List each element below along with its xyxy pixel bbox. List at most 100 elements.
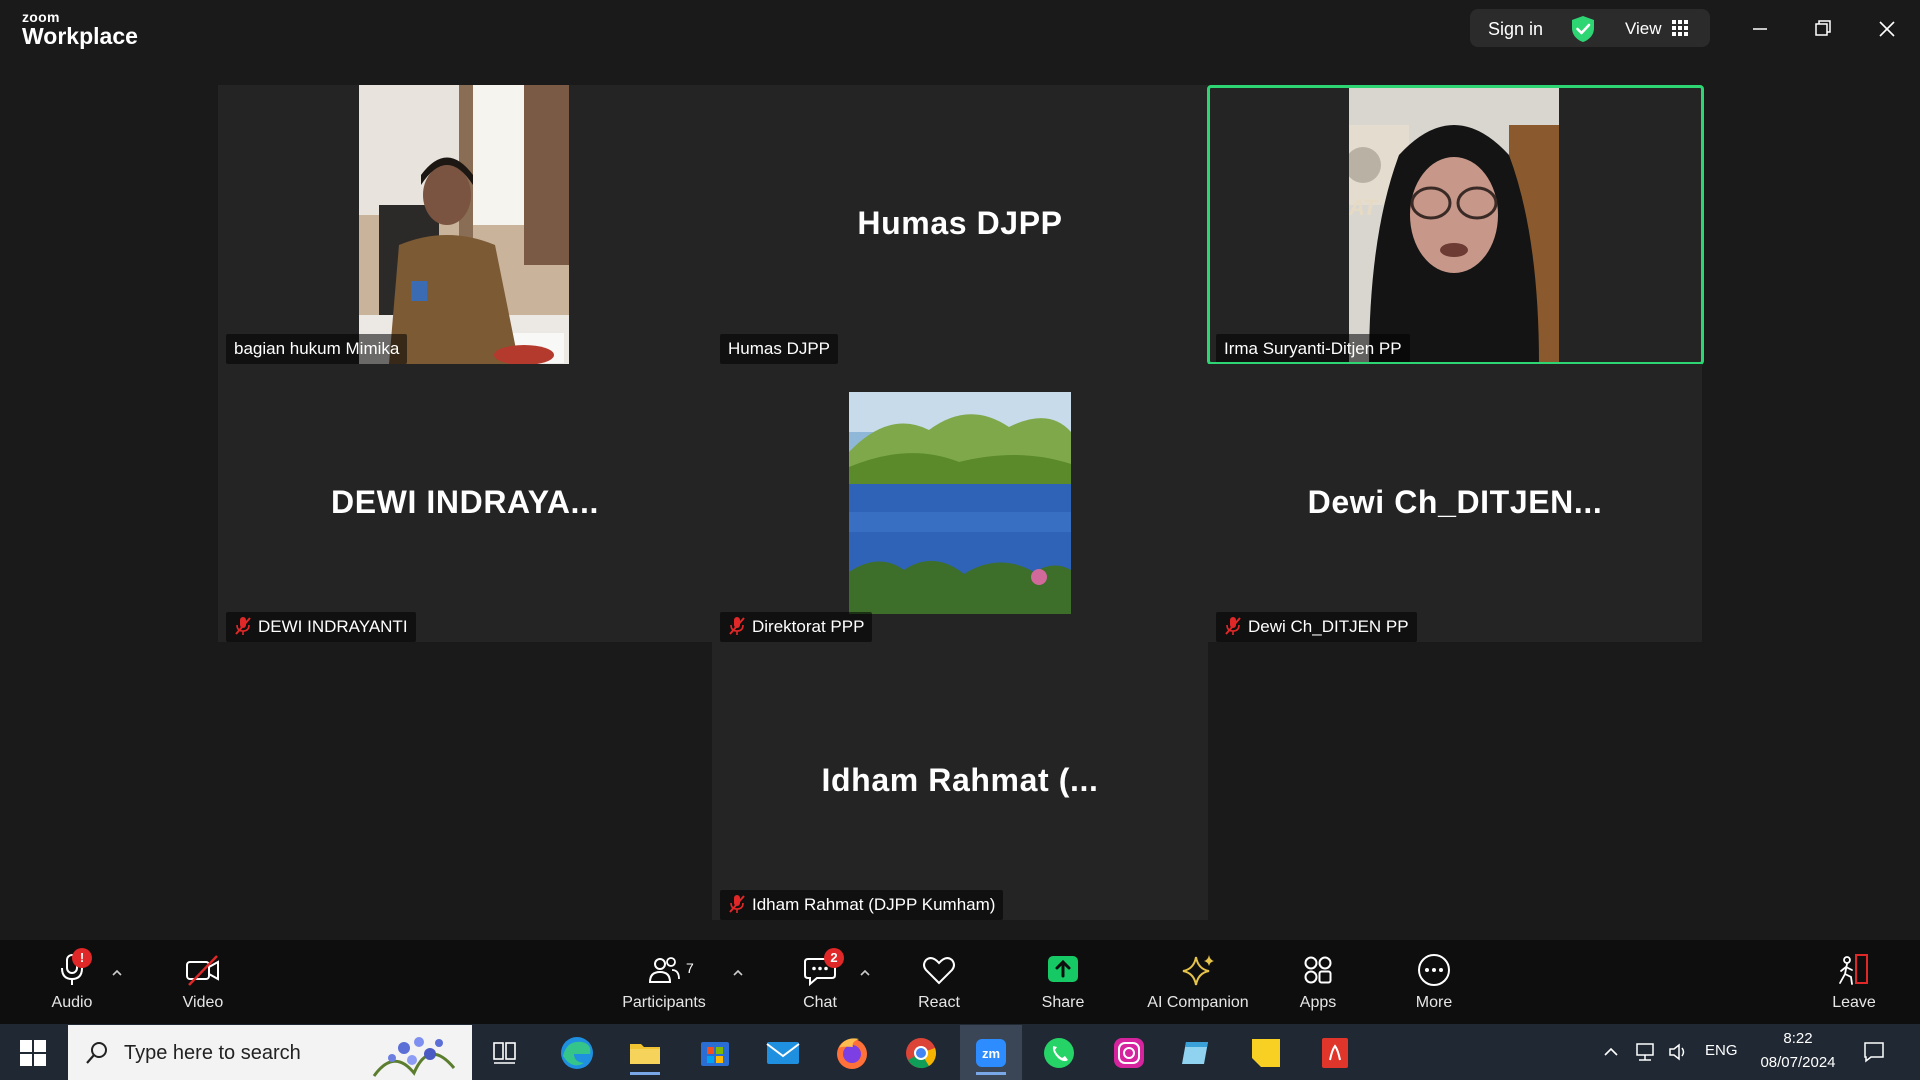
notepad-app-icon[interactable]	[1172, 1030, 1222, 1076]
participants-count: 7	[686, 960, 694, 976]
meeting-toolbar: ! Audio Video 7 Participants 2 Chat Reac…	[0, 940, 1920, 1024]
participant-name: Humas DJPP	[728, 339, 831, 358]
video-label: Video	[182, 994, 224, 1011]
audio-options-chevron-up-icon[interactable]	[110, 966, 124, 980]
ai-companion-label: AI Companion	[1147, 994, 1249, 1011]
share-label: Share	[1041, 994, 1085, 1011]
mic-muted-icon	[729, 895, 745, 913]
participant-display-name: Idham Rahmat (...	[821, 762, 1099, 798]
heart-icon	[923, 957, 955, 985]
participant-display-name: Humas DJPP	[857, 205, 1063, 241]
participant-name-tag: bagian hukum Mimika	[226, 334, 408, 364]
participant-name-tag: DEWI INDRAYANTI	[226, 612, 416, 642]
chrome-icon[interactable]	[896, 1030, 946, 1076]
participants-icon	[648, 957, 680, 983]
participant-name-tag: Direktorat PPP	[720, 612, 873, 642]
participant-name-tag: Irma Suryanti-Ditjen PP	[1216, 334, 1410, 364]
leave-door-icon	[1839, 954, 1868, 985]
more-label: More	[1415, 994, 1453, 1011]
share-button[interactable]: Share	[1036, 940, 1090, 1024]
logo-small: zoom	[22, 9, 60, 25]
mail-icon[interactable]	[758, 1030, 808, 1076]
video-camera-off-icon	[186, 955, 219, 986]
ai-companion-button[interactable]: AI Companion	[1140, 940, 1256, 1024]
leave-button[interactable]: Leave	[1826, 940, 1882, 1024]
minimize-icon[interactable]	[1745, 14, 1775, 44]
participant-video-feed: AT	[1349, 85, 1559, 364]
shield-check-icon[interactable]	[1570, 15, 1596, 43]
video-tile-humas-djpp[interactable]: Humas DJPP Humas DJPP	[712, 85, 1208, 364]
participant-name: Dewi Ch_DITJEN PP	[1248, 617, 1409, 636]
windows-start-icon[interactable]	[20, 1040, 46, 1066]
participants-button[interactable]: 7 Participants	[618, 940, 710, 1024]
mic-muted-icon	[235, 617, 251, 635]
leave-label: Leave	[1832, 994, 1876, 1011]
microsoft-store-icon[interactable]	[690, 1030, 740, 1076]
participant-name: Irma Suryanti-Ditjen PP	[1224, 339, 1402, 358]
sticky-notes-icon[interactable]	[1241, 1030, 1291, 1076]
more-button[interactable]: More	[1408, 940, 1460, 1024]
chat-label: Chat	[803, 994, 837, 1011]
participant-display-name: DEWI INDRAYA...	[330, 484, 599, 520]
video-tile-dewi-indrayanti[interactable]: DEWI INDRAYA... DEWI INDRAYANTI	[218, 364, 712, 642]
pdf-reader-icon[interactable]	[1310, 1030, 1360, 1076]
participant-profile-picture	[849, 392, 1071, 614]
volume-icon[interactable]	[1668, 1042, 1692, 1062]
notification-center-icon[interactable]	[1862, 1040, 1886, 1064]
mic-muted-icon	[729, 617, 745, 635]
share-screen-icon	[1048, 956, 1078, 982]
whatsapp-icon[interactable]	[1034, 1030, 1084, 1076]
zoom-window: zoom Workplace Sign in View bagian hukum…	[0, 0, 1920, 1080]
video-tile-dewi-ch-ditjen-pp[interactable]: Dewi Ch_DITJEN... Dewi Ch_DITJEN PP	[1208, 364, 1702, 642]
video-tile-irma-suryanti[interactable]: AT Irma Suryanti-Ditjen PP	[1208, 85, 1702, 364]
input-language[interactable]: ENG	[1705, 1042, 1738, 1059]
video-tile-idham-rahmat[interactable]: Idham Rahmat (... Idham Rahmat (DJPP Kum…	[712, 642, 1208, 920]
svg-text:zm: zm	[982, 1046, 1000, 1061]
restore-icon[interactable]	[1808, 14, 1838, 44]
edge-browser-icon[interactable]	[552, 1030, 602, 1076]
participants-label: Participants	[622, 994, 706, 1011]
svg-text:AT: AT	[1349, 195, 1378, 220]
react-button[interactable]: React	[912, 940, 966, 1024]
clock-date[interactable]: 08/07/2024	[1752, 1054, 1844, 1071]
audio-button[interactable]: ! Audio	[40, 940, 104, 1024]
sign-in-button[interactable]: Sign in	[1488, 19, 1543, 40]
apps-label: Apps	[1299, 994, 1337, 1011]
taskbar-search-box[interactable]: Type here to search	[68, 1025, 472, 1080]
participant-name-tag: Idham Rahmat (DJPP Kumham)	[720, 890, 1004, 920]
chat-options-chevron-up-icon[interactable]	[858, 966, 872, 980]
participant-display-name: Dewi Ch_DITJEN...	[1307, 484, 1603, 520]
participants-options-chevron-up-icon[interactable]	[731, 966, 745, 980]
apps-button[interactable]: Apps	[1294, 940, 1342, 1024]
participant-name: bagian hukum Mimika	[234, 339, 400, 358]
show-hidden-icons-chevron-icon[interactable]	[1602, 1043, 1620, 1061]
zoom-logo: zoom Workplace	[22, 10, 138, 48]
participant-video-feed	[359, 85, 569, 364]
video-tile-bagian-hukum-mimika[interactable]: bagian hukum Mimika	[218, 85, 712, 364]
clock-time[interactable]: 8:22	[1758, 1030, 1838, 1047]
view-button[interactable]: View	[1625, 19, 1662, 39]
video-tile-direktorat-ppp[interactable]: Direktorat PPP	[712, 364, 1208, 642]
search-highlight-graphic	[372, 1037, 456, 1077]
search-icon	[86, 1042, 107, 1064]
participant-name: DEWI INDRAYANTI	[258, 617, 408, 636]
zoom-app-icon[interactable]: zm	[966, 1030, 1016, 1076]
instagram-icon[interactable]	[1104, 1030, 1154, 1076]
video-button[interactable]: Video	[170, 940, 236, 1024]
firefox-icon[interactable]	[827, 1030, 877, 1076]
audio-label: Audio	[51, 994, 93, 1011]
logo-big: Workplace	[22, 23, 138, 49]
sparkle-icon	[1182, 955, 1214, 986]
grid-icon[interactable]	[1672, 20, 1688, 36]
title-bar: zoom Workplace Sign in View	[0, 0, 1920, 62]
participant-name: Idham Rahmat (DJPP Kumham)	[752, 895, 996, 914]
close-icon[interactable]	[1872, 14, 1902, 44]
react-label: React	[918, 994, 960, 1011]
network-icon[interactable]	[1634, 1042, 1658, 1062]
chat-button[interactable]: 2 Chat	[796, 940, 844, 1024]
file-explorer-icon[interactable]	[620, 1030, 670, 1076]
participant-name-tag: Humas DJPP	[720, 334, 839, 364]
participant-name-tag: Dewi Ch_DITJEN PP	[1216, 612, 1417, 642]
search-placeholder: Type here to search	[124, 1042, 301, 1064]
task-view-icon[interactable]	[480, 1030, 530, 1076]
